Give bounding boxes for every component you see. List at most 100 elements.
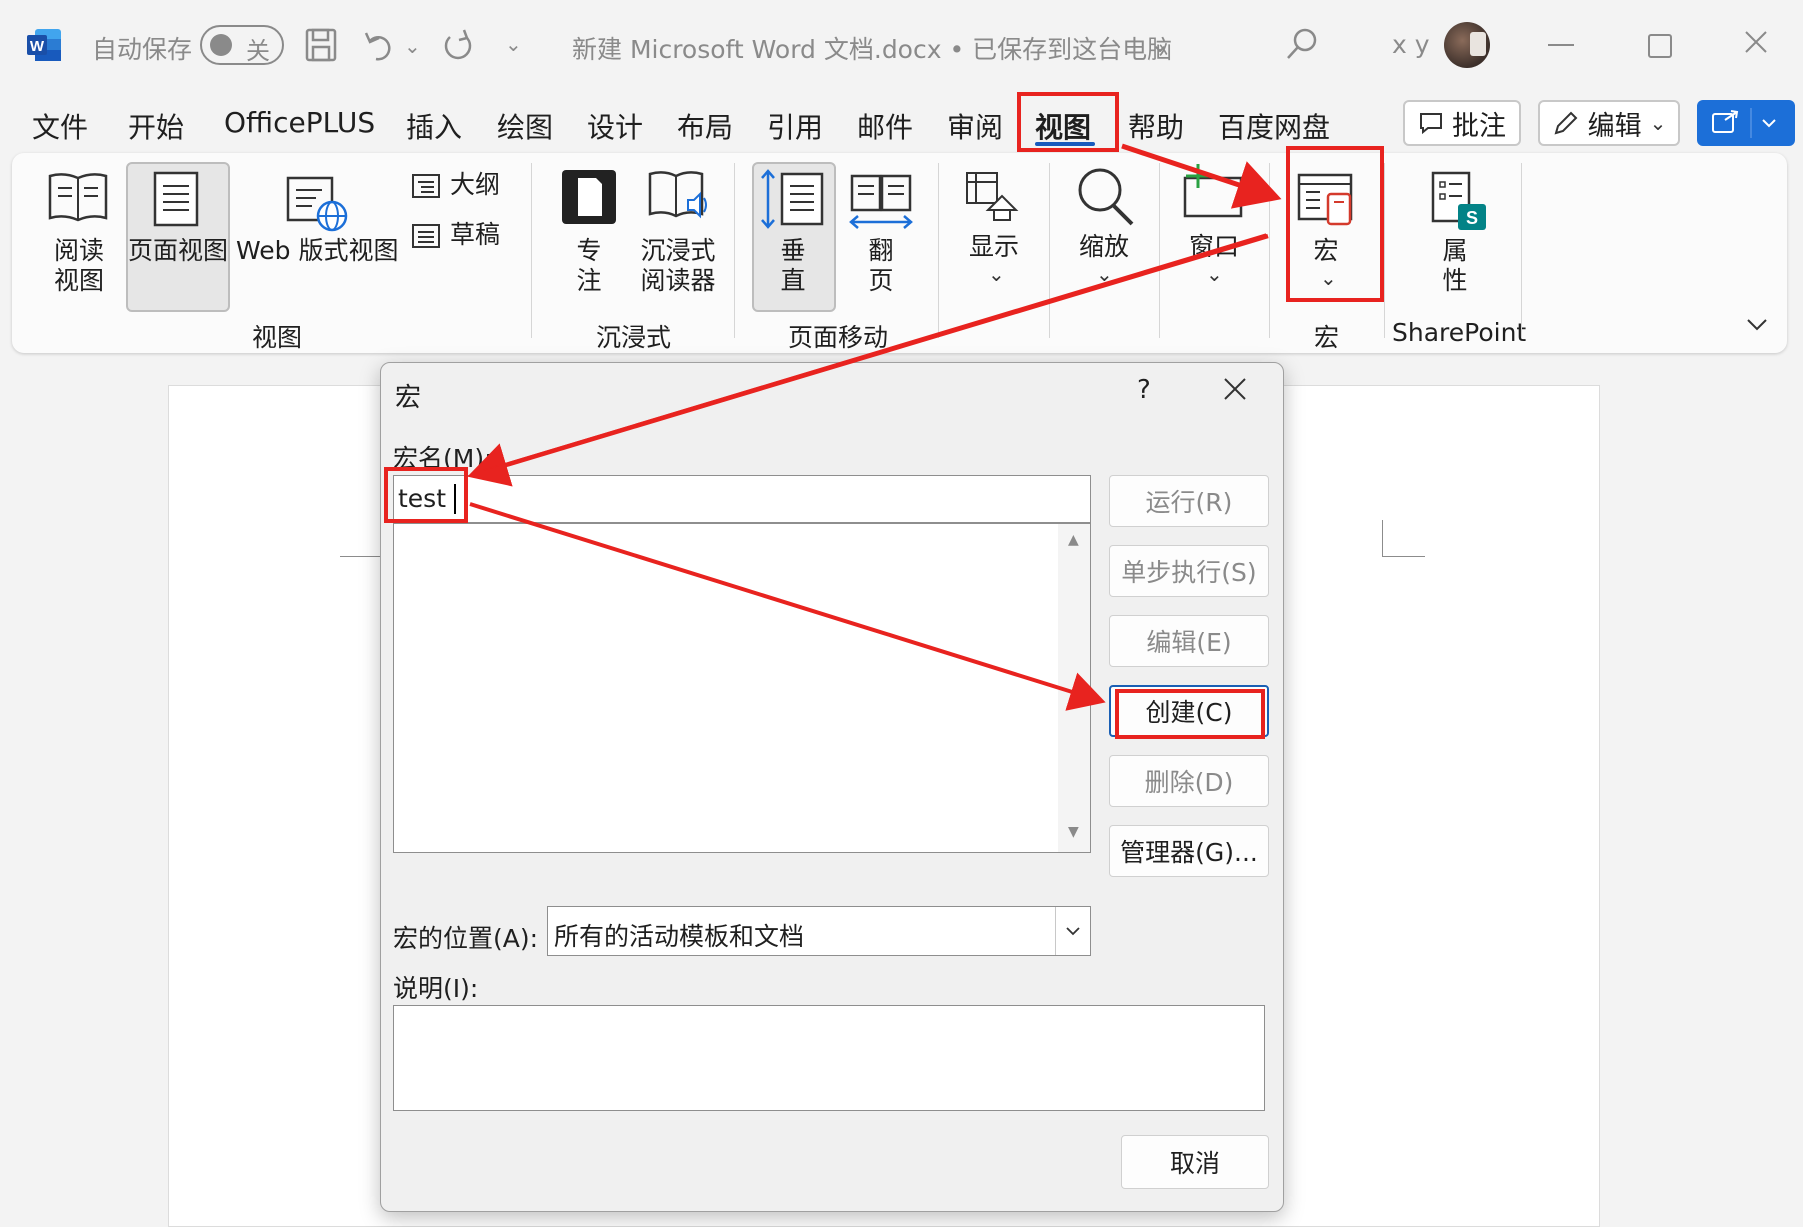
step-into-button[interactable]: 单步执行(S)	[1109, 545, 1269, 597]
properties-button[interactable]: 属 性	[1440, 236, 1470, 296]
read-mode-label-2: 视图	[53, 266, 104, 295]
dialog-title: 宏	[395, 383, 422, 413]
immersive-reader-button[interactable]: 沉浸式 阅读器	[636, 236, 720, 296]
save-icon[interactable]	[304, 27, 338, 63]
search-icon[interactable]	[1284, 26, 1320, 62]
show-button[interactable]: 显示	[962, 232, 1026, 262]
focus-label-1: 专	[576, 236, 602, 265]
dialog-close-icon[interactable]	[1223, 377, 1247, 401]
tab-mailings[interactable]: 邮件	[857, 106, 913, 146]
immersive-reader-label-1: 沉浸式	[640, 236, 716, 265]
autosave-toggle[interactable]: 关	[200, 25, 284, 65]
minimize-icon[interactable]	[1548, 44, 1574, 46]
group-divider	[938, 163, 939, 338]
margin-corner-mark	[1382, 520, 1425, 557]
vertical-label-2: 直	[780, 266, 806, 295]
scroll-down-icon[interactable]: ▼	[1068, 824, 1079, 840]
tab-insert[interactable]: 插入	[406, 106, 462, 146]
focus-label-2: 注	[576, 266, 602, 295]
window-dropdown-icon[interactable]: ⌄	[1206, 262, 1223, 286]
run-button[interactable]: 运行(R)	[1109, 475, 1269, 527]
avatar[interactable]	[1444, 22, 1490, 68]
document-title[interactable]: 新建 Microsoft Word 文档.docx • 已保存到这台电脑	[572, 30, 1172, 66]
edit-button[interactable]: 编辑(E)	[1109, 615, 1269, 667]
tab-home[interactable]: 开始	[128, 106, 184, 146]
immersive-reader-label-2: 阅读器	[640, 266, 716, 295]
comments-button[interactable]: 批注	[1403, 100, 1521, 146]
tab-draw[interactable]: 绘图	[497, 106, 553, 146]
margin-corner-mark	[340, 556, 382, 557]
group-divider	[1049, 163, 1050, 338]
tab-file[interactable]: 文件	[32, 106, 88, 146]
comment-icon	[1418, 111, 1444, 135]
close-icon[interactable]	[1744, 30, 1768, 54]
word-app-icon: W	[25, 27, 63, 63]
side-to-side-icon	[848, 172, 914, 234]
macro-name-input[interactable]: test	[393, 475, 1091, 523]
share-button[interactable]	[1697, 100, 1795, 146]
window-icon	[1182, 162, 1244, 220]
print-layout-label: 页面视图	[128, 236, 229, 265]
macro-list[interactable]: ▲ ▼	[393, 523, 1091, 853]
chevron-down-icon: ⌄	[1649, 111, 1667, 135]
group-divider	[1521, 163, 1522, 338]
title-dropdown-icon[interactable]: ⌄	[1150, 30, 1170, 58]
ribbon-expand-chevron-icon[interactable]	[1746, 318, 1768, 332]
organizer-button[interactable]: 管理器(G)...	[1109, 825, 1269, 877]
macros-group-label: 宏	[1314, 323, 1340, 352]
help-button[interactable]: ?	[1137, 375, 1151, 405]
read-mode-icon	[46, 170, 110, 226]
tab-help[interactable]: 帮助	[1128, 106, 1184, 146]
user-name[interactable]: x y	[1392, 30, 1430, 59]
autosave-state: 关	[246, 37, 270, 65]
macros-dialog: 宏 ? 宏名(M): test ▲ ▼ 运行(R) 单步执行(S) 编辑(E) …	[380, 362, 1284, 1212]
side-to-side-button[interactable]: 翻 页	[866, 236, 896, 296]
description-label: 说明(I):	[393, 974, 479, 1003]
group-divider	[1159, 163, 1160, 338]
editing-mode-button[interactable]: 编辑 ⌄	[1538, 100, 1680, 146]
annotation-box-create	[1115, 689, 1265, 739]
focus-icon	[560, 168, 618, 226]
undo-dropdown-icon[interactable]: ⌄	[404, 34, 421, 58]
zoom-dropdown-icon[interactable]: ⌄	[1096, 262, 1113, 286]
annotation-box-view-tab	[1017, 92, 1119, 152]
editing-label: 编辑	[1587, 110, 1642, 142]
macros-in-label: 宏的位置(A):	[393, 924, 539, 953]
title-bar: W 自动保存 关 ⌄ ⌄ 新建 Microsoft Word 文档.docx •…	[0, 0, 1803, 92]
redo-icon[interactable]	[440, 27, 476, 63]
maximize-icon[interactable]	[1648, 34, 1672, 58]
tab-layout[interactable]: 布局	[677, 106, 733, 146]
cancel-button[interactable]: 取消	[1121, 1135, 1269, 1189]
select-dropdown-icon[interactable]	[1055, 907, 1090, 955]
page-movement-group-label: 页面移动	[788, 323, 889, 352]
svg-text:W: W	[30, 38, 45, 55]
tab-review[interactable]: 审阅	[947, 106, 1003, 146]
group-divider	[1269, 163, 1270, 338]
undo-icon[interactable]	[362, 27, 398, 63]
group-divider	[1384, 163, 1385, 338]
window-button[interactable]: 窗口	[1182, 232, 1246, 262]
annotation-box-macro-name	[384, 467, 468, 523]
print-layout-icon	[152, 170, 200, 228]
outline-button[interactable]: 大纲	[450, 170, 500, 200]
web-layout-button[interactable]: Web 版式视图	[236, 236, 398, 266]
show-dropdown-icon[interactable]: ⌄	[988, 262, 1005, 286]
list-scrollbar[interactable]: ▲ ▼	[1058, 524, 1090, 852]
read-mode-button[interactable]: 阅读 视图	[50, 236, 108, 296]
customize-qat-icon[interactable]: ⌄	[505, 32, 522, 56]
autosave-label: 自动保存	[92, 35, 193, 64]
outline-icon	[412, 174, 440, 198]
draft-icon	[412, 224, 440, 248]
scroll-up-icon[interactable]: ▲	[1068, 532, 1079, 548]
annotation-box-macros	[1286, 146, 1384, 302]
tab-officeplus[interactable]: OfficePLUS	[224, 106, 375, 139]
tab-design[interactable]: 设计	[587, 106, 643, 146]
draft-button[interactable]: 草稿	[450, 220, 500, 250]
tab-references[interactable]: 引用	[767, 106, 823, 146]
tab-baidu-netdisk[interactable]: 百度网盘	[1218, 106, 1330, 146]
delete-button[interactable]: 删除(D)	[1109, 755, 1269, 807]
macros-in-select[interactable]: 所有的活动模板和文档	[547, 906, 1091, 956]
zoom-button[interactable]: 缩放	[1072, 232, 1136, 262]
svg-text:S: S	[1466, 208, 1478, 228]
focus-button[interactable]: 专 注	[574, 236, 604, 296]
